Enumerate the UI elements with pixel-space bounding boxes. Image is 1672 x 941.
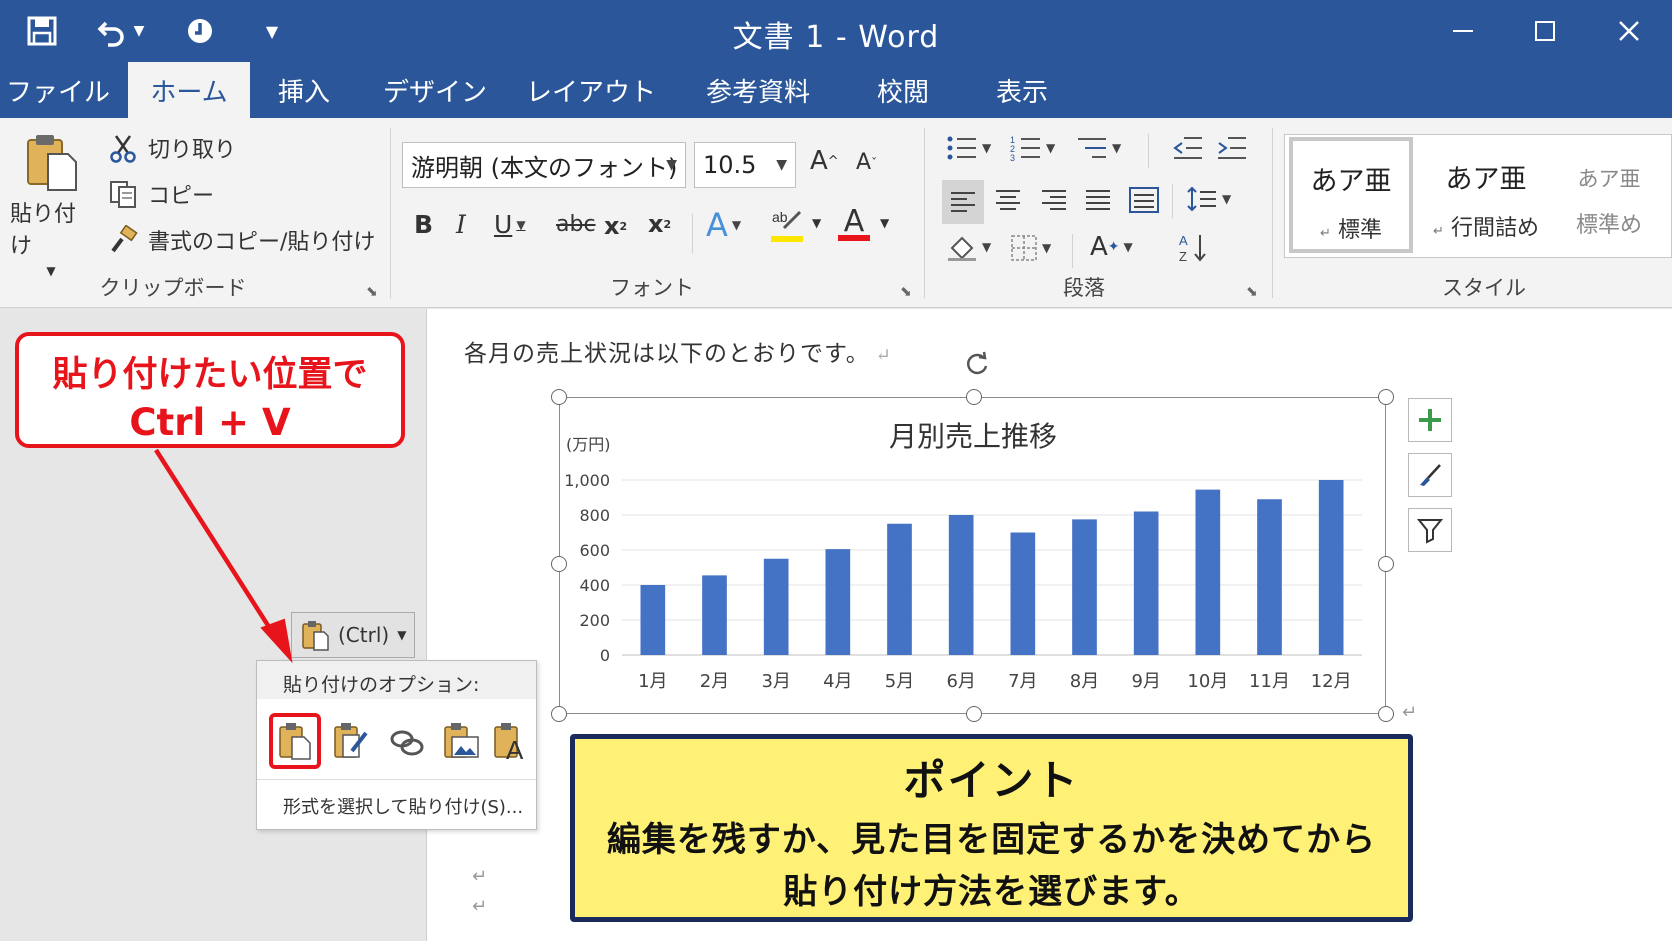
point-title: ポイント (903, 756, 1080, 805)
point-line1: 編集を残すか、見た目を固定するかを決めてから (606, 820, 1377, 860)
callout-line2: Ctrl + V (129, 401, 291, 444)
point-line2: 貼り付け方法を選びます。 (783, 872, 1200, 912)
callout-paste-hint: 貼り付けたい位置で Ctrl + V (15, 332, 405, 448)
callout-line1: 貼り付けたい位置で (52, 355, 368, 395)
callout-point: ポイント 編集を残すか、見た目を固定するかを決めてから 貼り付け方法を選びます。 (570, 734, 1413, 922)
